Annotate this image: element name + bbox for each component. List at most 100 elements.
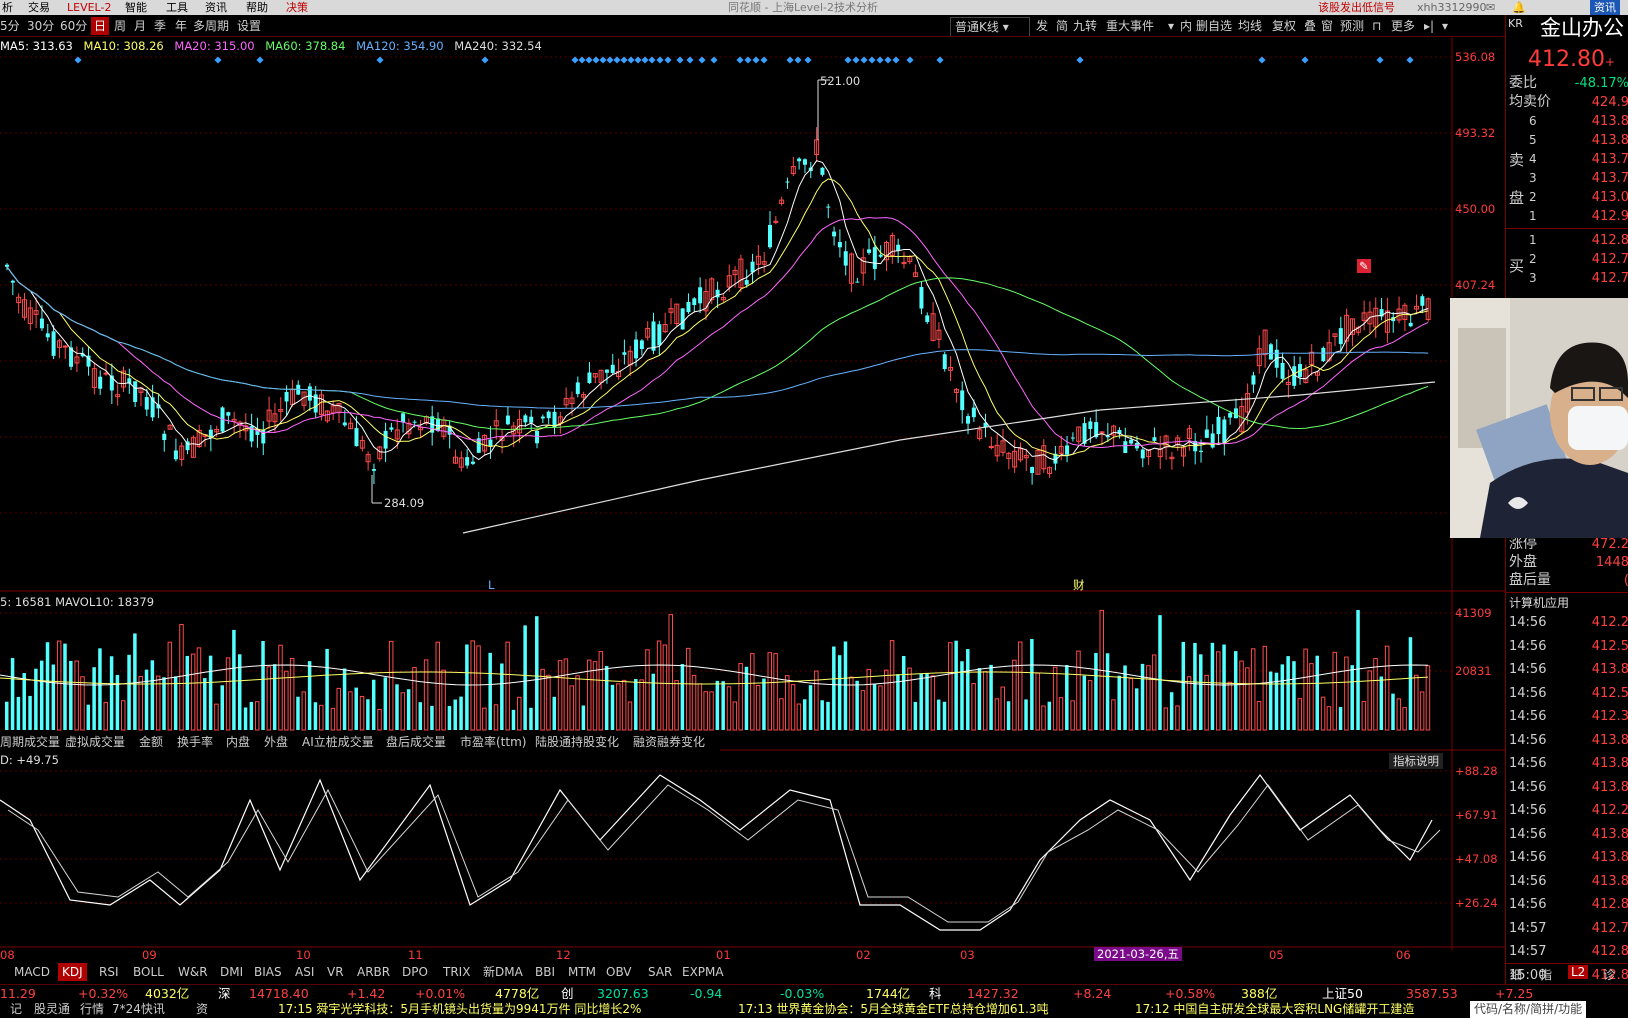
tab-index[interactable]: 指 <box>1540 966 1552 983</box>
indicator-help-button[interactable]: 指标说明 <box>1389 753 1443 769</box>
bell-icon[interactable]: 🔔 <box>1512 0 1526 15</box>
tab-detail[interactable]: 细 <box>1510 966 1522 983</box>
volume-bar <box>441 669 446 731</box>
volume-bar <box>1250 648 1256 731</box>
volume-bar <box>406 689 411 730</box>
sell-level[interactable]: 4 413.7 <box>1506 150 1628 169</box>
ticker-item[interactable]: 4032亿 <box>145 985 189 1001</box>
trade-price: 412.8 <box>1591 944 1628 959</box>
ticker-item[interactable]: +0.01% <box>415 985 465 1001</box>
tab-period-volume[interactable]: 周期成交量 <box>0 733 60 751</box>
sell-level[interactable]: 6 413.8 <box>1506 112 1628 131</box>
buy-level[interactable]: 3 412.7 <box>1506 269 1628 288</box>
ticker-item[interactable]: 14718.40 <box>249 985 309 1001</box>
tab-bias[interactable]: BIAS <box>254 963 282 981</box>
volume-bar <box>1222 644 1226 730</box>
ticker-item[interactable]: +8.24 <box>1073 985 1111 1001</box>
ticker-item[interactable]: 11.29 <box>0 985 36 1001</box>
ticker-item[interactable]: 3207.63 <box>597 985 649 1001</box>
tab-dmi[interactable]: DMI <box>220 963 243 981</box>
tab-amount[interactable]: 金额 <box>139 733 163 751</box>
tab-obv[interactable]: OBV <box>606 963 632 981</box>
tab-inner[interactable]: 内盘 <box>226 733 250 751</box>
news-tab[interactable]: 资 <box>196 1001 208 1018</box>
tab-mtm[interactable]: MTM <box>568 963 596 981</box>
kline-chart[interactable] <box>0 0 1505 984</box>
tab-after-hours[interactable]: 盘后成交量 <box>386 733 446 751</box>
sell-level[interactable]: 5 413.8 <box>1506 131 1628 150</box>
buy-level[interactable]: 2 412.7 <box>1506 250 1628 269</box>
marker-finance[interactable]: 财 <box>1073 578 1085 592</box>
tab-expma[interactable]: EXPMA <box>682 963 724 981</box>
volume-bar <box>284 670 289 731</box>
volume-bar <box>697 683 703 731</box>
ticker-item[interactable]: -0.94 <box>690 985 722 1001</box>
ticker-item[interactable]: +7.25 <box>1495 985 1533 1001</box>
candle <box>5 264 9 267</box>
tab-dpo[interactable]: DPO <box>402 963 428 981</box>
ticker-item[interactable]: 388亿 <box>1241 985 1277 1001</box>
volume-bar <box>948 642 953 731</box>
news-tab[interactable]: 记 <box>10 1001 22 1018</box>
news-tab[interactable]: 7*24快讯 <box>112 1001 165 1018</box>
tab-pe-ttm[interactable]: 市盈率(ttm) <box>460 733 526 751</box>
tab-bbi[interactable]: BBI <box>535 963 555 981</box>
sell-level[interactable]: 1 412.9 <box>1506 207 1628 226</box>
tab-northbound[interactable]: 陆股通持股变化 <box>535 733 619 751</box>
tab-new-dma[interactable]: 新DMA <box>483 963 523 981</box>
ticker-item[interactable]: 1744亿 <box>866 985 910 1001</box>
ticker-item[interactable]: +0.32% <box>78 985 128 1001</box>
note-icon[interactable]: ✎ <box>1357 259 1371 273</box>
ticker-item[interactable]: +1.42 <box>347 985 385 1001</box>
news-tab[interactable]: 股灵通 <box>34 1001 70 1018</box>
candle <box>10 280 15 283</box>
news-button[interactable]: 资讯 <box>1590 0 1620 15</box>
tab-l2[interactable]: L2 <box>1568 965 1589 979</box>
news-item[interactable]: 17:12 中国自主研发全球最大容积LNG储罐开工建造 <box>1135 1001 1414 1018</box>
sell-level[interactable]: 2 413.0 <box>1506 188 1628 207</box>
ticker-item[interactable]: 上证50 <box>1322 985 1363 1001</box>
volume-bar <box>16 696 21 730</box>
tab-asi[interactable]: ASI <box>295 963 314 981</box>
tab-vr[interactable]: VR <box>327 963 344 981</box>
news-item[interactable]: 17:13 世界黄金协会：5月全球黄金ETF总持仓增加61.3吨 <box>738 1001 1049 1018</box>
trading-app: 析 交易 LEVEL-2 智能 工具 资讯 帮助 决策 同花顺 - 上海Leve… <box>0 0 1628 1018</box>
candle <box>867 249 872 253</box>
tab-boll[interactable]: BOLL <box>133 963 164 981</box>
volume-bar <box>762 678 766 730</box>
signal-diamond <box>256 56 264 64</box>
tab-trix[interactable]: TRIX <box>443 963 470 981</box>
tab-margin[interactable]: 融资融券变化 <box>633 733 705 751</box>
ticker-item[interactable]: 4778亿 <box>495 985 539 1001</box>
signal-diamond <box>884 56 892 64</box>
ticker-item[interactable]: 创 <box>561 985 574 1001</box>
tab-outer[interactable]: 外盘 <box>264 733 288 751</box>
tab-kdj[interactable]: KDJ <box>58 963 87 981</box>
tab-virtual-volume[interactable]: 虚拟成交量 <box>65 733 125 751</box>
tab-rsi[interactable]: RSI <box>99 963 119 981</box>
tab-sar[interactable]: SAR <box>648 963 672 981</box>
ticker-item[interactable]: +0.58% <box>1165 985 1215 1001</box>
volume-bar <box>371 679 376 730</box>
volume-bar <box>1175 705 1180 731</box>
sell-level[interactable]: 3 413.7 <box>1506 169 1628 188</box>
sector-label[interactable]: 计算机应用 <box>1509 594 1569 611</box>
tab-macd[interactable]: MACD <box>14 963 50 981</box>
buy-level[interactable]: 1 412.8 <box>1506 231 1628 250</box>
tab-ai-volume[interactable]: AI立桩成交量 <box>302 733 374 751</box>
tab-wr[interactable]: W&R <box>178 963 208 981</box>
tab-diagnose[interactable]: 诊 <box>1603 966 1615 983</box>
ticker-item[interactable]: -0.03% <box>780 985 824 1001</box>
tab-turnover[interactable]: 换手率 <box>177 733 213 751</box>
volume-bar <box>1087 680 1093 731</box>
news-tab[interactable]: 行情 <box>80 1001 104 1018</box>
ticker-item[interactable]: 科 <box>929 985 942 1001</box>
tab-arbr[interactable]: ARBR <box>357 963 390 981</box>
news-item[interactable]: 17:15 舜宇光学科技：5月手机镜头出货量为9941万件 同比增长2% <box>278 1001 641 1018</box>
ticker-item[interactable]: 1427.32 <box>967 985 1019 1001</box>
volume-bar <box>127 654 131 730</box>
ticker-item[interactable]: 深 <box>218 985 231 1001</box>
volume-bar <box>185 655 190 730</box>
search-input[interactable]: 代码/名称/简拼/功能 <box>1470 1001 1587 1018</box>
ticker-item[interactable]: 3587.53 <box>1406 985 1458 1001</box>
